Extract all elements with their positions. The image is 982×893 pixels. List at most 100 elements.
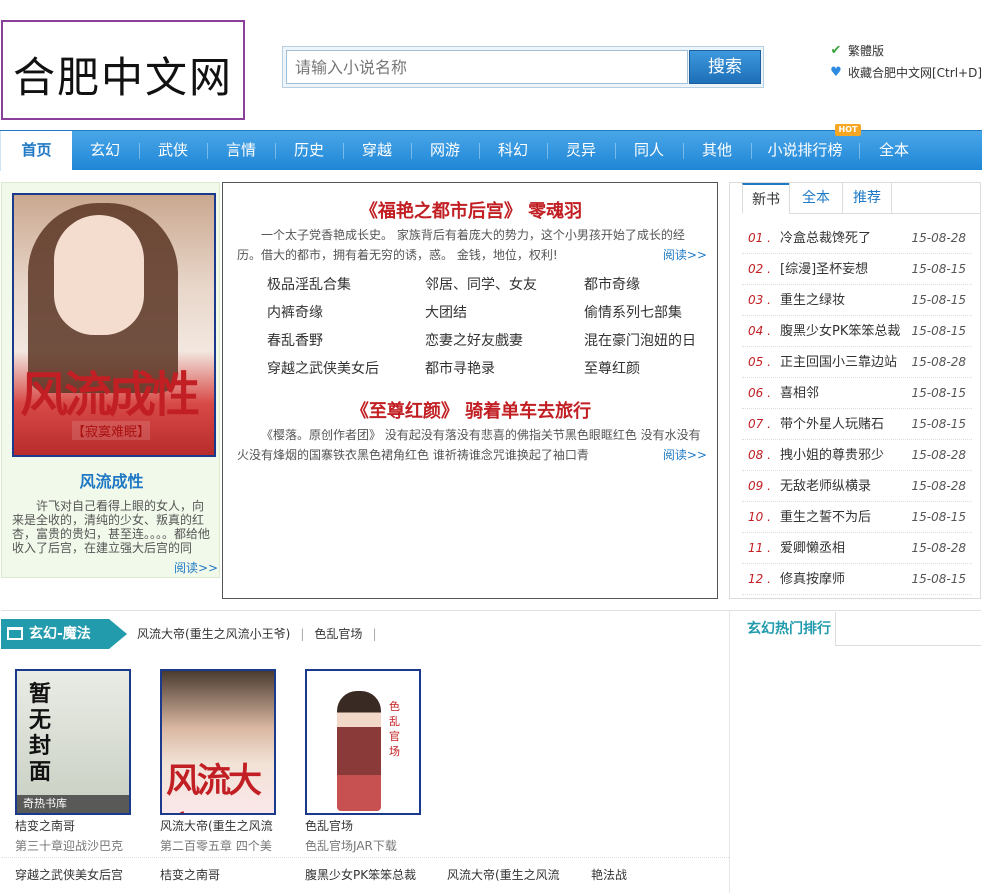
section-tag[interactable]: 玄幻-魔法 xyxy=(1,619,127,649)
link-separator: | xyxy=(372,627,377,641)
book-chapter[interactable]: 第二百零五章 四个美 xyxy=(160,837,276,854)
list-item[interactable]: 03 . 重生之绿妆 15-08-15 xyxy=(742,285,972,316)
nav-chuanyue[interactable]: 穿越 xyxy=(344,131,410,171)
book-chapter[interactable]: 色乱官场JAR下载 xyxy=(305,837,421,854)
recommend-link[interactable]: 极品淫乱合集 xyxy=(267,274,417,294)
list-item[interactable]: 08 . 拽小姐的尊贵邪少 15-08-28 xyxy=(742,440,972,471)
list-item[interactable]: 10 . 重生之誓不为后 15-08-15 xyxy=(742,502,972,533)
nav-yanqing[interactable]: 言情 xyxy=(208,131,274,171)
list-item[interactable]: 02 . [综漫]圣杯妄想 15-08-15 xyxy=(742,254,972,285)
bottom-link[interactable]: 风流大帝(重生之风流 xyxy=(447,866,587,883)
recommend-book-2-more[interactable]: 阅读>> xyxy=(639,445,707,465)
list-item[interactable]: 12 . 修真按摩师 15-08-15 xyxy=(742,564,972,595)
nav-quanben[interactable]: 全本 xyxy=(860,131,928,171)
list-item-rank: 06 . xyxy=(748,386,771,400)
book-cover[interactable]: 风流大帝 xyxy=(160,669,276,815)
section-link[interactable]: 色乱官场 xyxy=(314,627,362,641)
list-item[interactable]: 07 . 带个外星人玩赌石 15-08-15 xyxy=(742,409,972,440)
tab-recommend[interactable]: 推荐 xyxy=(842,183,892,214)
list-item-title[interactable]: 喜相邻 xyxy=(780,378,910,409)
nav-wangyou[interactable]: 网游 xyxy=(412,131,478,171)
nav-wuxia[interactable]: 武侠 xyxy=(140,131,206,171)
recommend-link[interactable]: 邻居、同学、女友 xyxy=(425,274,575,294)
traditional-link[interactable]: ✔ 繁體版 xyxy=(828,40,982,62)
list-item-rank: 01 . xyxy=(748,231,771,245)
book-cover[interactable]: 色乱官场 xyxy=(305,669,421,815)
search-bar: 搜索 xyxy=(282,46,764,88)
recommend-link[interactable]: 都市奇缘 xyxy=(584,274,734,294)
nav-tongren[interactable]: 同人 xyxy=(616,131,682,171)
list-item-title[interactable]: [综漫]圣杯妄想 xyxy=(780,254,910,285)
recommend-book-2-text: 《樱落。原创作者团》 没有起没有落没有悲喜的佛指关节黑色眼眶红色 没有水没有火没… xyxy=(237,428,701,462)
book-title[interactable]: 桔变之南哥 xyxy=(15,817,131,834)
nav-ranking[interactable]: 小说排行榜 xyxy=(752,131,858,171)
tab-new[interactable]: 新书 xyxy=(742,183,790,214)
list-item-date: 15-08-15 xyxy=(911,386,966,400)
list-item-title[interactable]: 修真按摩师 xyxy=(780,564,910,595)
heart-icon: ♥ xyxy=(830,65,842,80)
list-item-title[interactable]: 重生之绿妆 xyxy=(780,285,910,316)
book-title[interactable]: 色乱官场 xyxy=(305,817,421,834)
recommend-link[interactable]: 混在豪门泡妞的日 xyxy=(584,330,734,350)
featured-book-cover[interactable]: 风流成性 【寂寞难眠】 xyxy=(12,193,216,457)
recommend-link[interactable]: 大团结 xyxy=(425,302,575,322)
list-item-title[interactable]: 爱卿懒丞相 xyxy=(780,533,910,564)
list-item-title[interactable]: 无敌老师纵横录 xyxy=(780,471,910,502)
book-icon xyxy=(7,627,23,640)
search-button[interactable]: 搜索 xyxy=(689,50,761,84)
list-item-title[interactable]: 正主回国小三靠边站 xyxy=(780,347,910,378)
list-item-rank: 04 . xyxy=(748,324,771,338)
hot-ranking-header: 玄幻热门排行 xyxy=(743,612,981,646)
list-item-title[interactable]: 冷盒总裁馋死了 xyxy=(780,223,910,254)
nav-home[interactable]: 首页 xyxy=(0,131,72,171)
bottom-link[interactable]: 桔变之南哥 xyxy=(160,866,300,883)
recommend-book-1-text: 一个太子党香艳成长史。 家族背后有着庞大的势力，这个小男孩开始了成长的经历。借大… xyxy=(237,228,685,262)
featured-read-more[interactable]: 阅读>> xyxy=(174,559,218,576)
cover-face xyxy=(54,215,144,335)
nav-qita[interactable]: 其他 xyxy=(684,131,750,171)
bookmark-link[interactable]: ♥ 收藏合肥中文网[Ctrl+D] xyxy=(828,62,982,84)
recommend-link[interactable]: 内裤奇缘 xyxy=(267,302,417,322)
nav-lingyi[interactable]: 灵异 xyxy=(548,131,614,171)
recommend-book-1-title[interactable]: 《福艳之都市后宫》 零魂羽 xyxy=(223,197,719,223)
nav-xuanhuan[interactable]: 玄幻 xyxy=(72,131,138,171)
list-item-title[interactable]: 带个外星人玩赌石 xyxy=(780,409,910,440)
hot-ranking-title[interactable]: 玄幻热门排行 xyxy=(743,612,836,646)
cover-text: 暂无封面 xyxy=(29,681,52,785)
bottom-link[interactable]: 穿越之武侠美女后宫 xyxy=(15,866,155,883)
list-item[interactable]: 05 . 正主回国小三靠边站 15-08-28 xyxy=(742,347,972,378)
cover-bar: 奇热书库 xyxy=(17,795,129,813)
list-item[interactable]: 04 . 腹黑少女PK笨笨总裁 15-08-15 xyxy=(742,316,972,347)
recommend-link[interactable]: 穿越之武侠美女后 xyxy=(267,358,417,378)
recommend-link[interactable]: 都市寻艳录 xyxy=(425,358,575,378)
search-input[interactable] xyxy=(286,50,688,84)
recommend-book-1-desc: 一个太子党香艳成长史。 家族背后有着庞大的势力，这个小男孩开始了成长的经历。借大… xyxy=(237,225,707,265)
list-item-title[interactable]: 腹黑少女PK笨笨总裁 xyxy=(780,316,910,347)
list-item-date: 15-08-28 xyxy=(911,541,966,555)
recommend-book-1-more[interactable]: 阅读>> xyxy=(639,245,707,265)
list-item-title[interactable]: 重生之誓不为后 xyxy=(780,502,910,533)
site-logo[interactable]: 合肥中文网 xyxy=(1,20,245,120)
featured-book-panel: 风流成性 【寂寞难眠】 风流成性 许飞对自己看得上眼的女人，向来是全收的，清纯的… xyxy=(1,182,220,578)
recommend-book-2-title[interactable]: 《至尊红颜》 骑着单车去旅行 xyxy=(223,397,719,423)
list-item[interactable]: 06 . 喜相邻 15-08-15 xyxy=(742,378,972,409)
recommend-link[interactable]: 至尊红颜 xyxy=(584,358,734,378)
recommend-link[interactable]: 偷情系列七部集 xyxy=(584,302,734,322)
tab-complete[interactable]: 全本 xyxy=(789,183,843,214)
recommend-link[interactable]: 春乱香野 xyxy=(267,330,417,350)
bottom-link[interactable]: 腹黑少女PK笨笨总裁 xyxy=(305,866,445,883)
featured-book-title[interactable]: 风流成性 xyxy=(2,468,221,492)
recommend-link[interactable]: 恋妻之好友戲妻 xyxy=(425,330,575,350)
list-item[interactable]: 09 . 无敌老师纵横录 15-08-28 xyxy=(742,471,972,502)
book-chapter[interactable]: 第三十章迎战沙巴克 xyxy=(15,837,131,854)
nav-kehuan[interactable]: 科幻 xyxy=(480,131,546,171)
list-item-title[interactable]: 拽小姐的尊贵邪少 xyxy=(780,440,910,471)
book-cover[interactable]: 暂无封面 奇热书库 xyxy=(15,669,131,815)
section-bottom-links: 穿越之武侠美女后宫 桔变之南哥 腹黑少女PK笨笨总裁 风流大帝(重生之风流 艳法… xyxy=(1,857,729,887)
list-item[interactable]: 11 . 爱卿懒丞相 15-08-28 xyxy=(742,533,972,564)
section-link[interactable]: 风流大帝(重生之风流小王爷) xyxy=(137,627,290,641)
nav-lishi[interactable]: 历史 xyxy=(276,131,342,171)
book-title[interactable]: 风流大帝(重生之风流 xyxy=(160,817,276,834)
bottom-link[interactable]: 艳法战 xyxy=(591,866,731,883)
list-item[interactable]: 01 . 冷盒总裁馋死了 15-08-28 xyxy=(742,223,972,254)
